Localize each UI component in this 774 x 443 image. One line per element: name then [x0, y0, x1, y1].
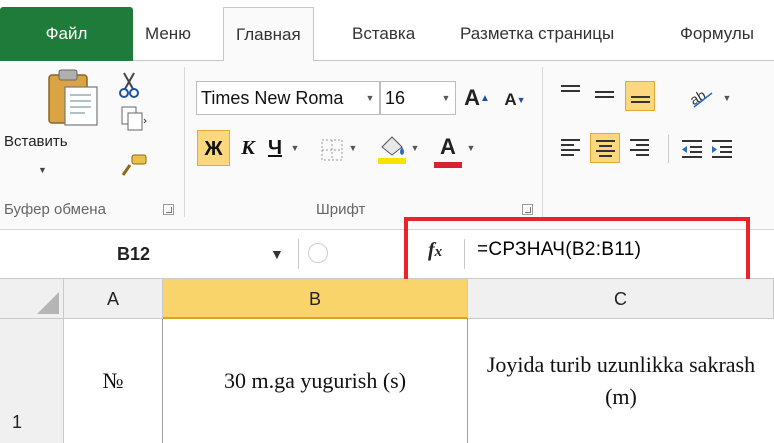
decrease-indent-icon[interactable]	[680, 137, 704, 161]
font-color-icon[interactable]: A	[434, 131, 462, 163]
worksheet-grid: A B C 1 № 30 m.ga yugurish (s) Joyida tu…	[0, 279, 774, 443]
align-bottom-icon[interactable]	[625, 81, 655, 111]
name-box-value: B12	[117, 244, 151, 264]
paste-icon	[48, 69, 98, 126]
chevron-down-icon[interactable]: ▼	[722, 91, 732, 105]
name-box[interactable]: B12 ▼	[0, 237, 300, 271]
fill-color-icon[interactable]	[376, 133, 408, 165]
chevron-down-icon[interactable]: ▼	[290, 141, 300, 155]
divider	[298, 239, 299, 269]
font-name-value: Times New Roma	[201, 88, 344, 108]
font-size-value: 16	[385, 88, 406, 108]
font-color-swatch	[434, 162, 462, 168]
italic-button[interactable]: К	[235, 130, 261, 166]
cell-b1[interactable]: 30 m.ga yugurish (s)	[163, 319, 468, 443]
align-middle-icon[interactable]	[590, 81, 620, 111]
bold-button[interactable]: Ж	[197, 130, 230, 166]
font-group-label: Шрифт	[316, 201, 366, 218]
chevron-down-icon[interactable]: ▼	[348, 141, 358, 155]
font-name-combo[interactable]: Times New Roma ▼	[196, 81, 380, 115]
shrink-font-icon[interactable]: A ▼	[500, 85, 530, 115]
underline-button[interactable]: Ч	[262, 130, 288, 166]
chevron-down-icon[interactable]: ▼	[361, 82, 379, 114]
cell-c1[interactable]: Joyida turib uzunlikka sakrash (m)	[468, 319, 774, 443]
align-right-icon[interactable]	[625, 133, 655, 163]
cell-a1[interactable]: №	[64, 319, 163, 443]
tab-page-layout[interactable]: Разметка страницы	[460, 7, 614, 61]
column-header-c[interactable]: C	[468, 279, 774, 319]
tab-formulas[interactable]: Формулы	[680, 7, 754, 61]
row-number: 1	[12, 412, 23, 432]
clipboard-group-label: Буфер обмена	[4, 201, 106, 218]
paste-label: Вставить	[4, 133, 68, 150]
clipboard-launcher-icon[interactable]	[163, 204, 174, 215]
ribbon-tabs: Файл Меню Главная Вставка Разметка стран…	[0, 0, 774, 62]
ribbon: Вставить ▼ Буфер обмена Times New Roma ▼…	[0, 61, 774, 230]
cancel-entry-icon[interactable]	[308, 243, 328, 263]
align-left-icon[interactable]	[556, 133, 586, 163]
font-launcher-icon[interactable]	[522, 204, 533, 215]
tab-insert[interactable]: Вставка	[352, 7, 415, 61]
align-center-icon[interactable]	[590, 133, 620, 163]
chevron-down-icon[interactable]: ▼	[410, 141, 420, 155]
text-orientation-icon[interactable]: ab	[688, 83, 718, 111]
copy-icon[interactable]	[120, 105, 148, 133]
tab-file[interactable]: Файл	[0, 7, 133, 61]
chevron-down-icon[interactable]: ▼	[270, 237, 284, 271]
tab-home[interactable]: Главная	[223, 7, 314, 62]
select-all-icon	[37, 292, 59, 314]
column-header-a[interactable]: A	[64, 279, 163, 319]
paste-dropdown-icon[interactable]: ▼	[38, 165, 47, 175]
row-header-1[interactable]: 1	[0, 319, 64, 443]
chevron-down-icon[interactable]: ▼	[466, 141, 476, 155]
group-divider	[184, 67, 185, 217]
grow-font-icon[interactable]: A ▲	[462, 81, 492, 115]
chevron-down-icon[interactable]: ▼	[437, 82, 455, 114]
divider	[668, 135, 669, 163]
select-all-button[interactable]	[0, 279, 64, 319]
format-painter-icon[interactable]	[120, 153, 150, 179]
align-top-icon[interactable]	[556, 81, 586, 111]
tab-menu[interactable]: Меню	[145, 7, 191, 61]
group-divider	[542, 67, 543, 217]
increase-indent-icon[interactable]	[710, 137, 734, 161]
font-size-combo[interactable]: 16 ▼	[380, 81, 456, 115]
cut-icon[interactable]	[118, 71, 140, 99]
borders-icon[interactable]	[320, 138, 346, 162]
column-header-b[interactable]: B	[163, 279, 468, 319]
